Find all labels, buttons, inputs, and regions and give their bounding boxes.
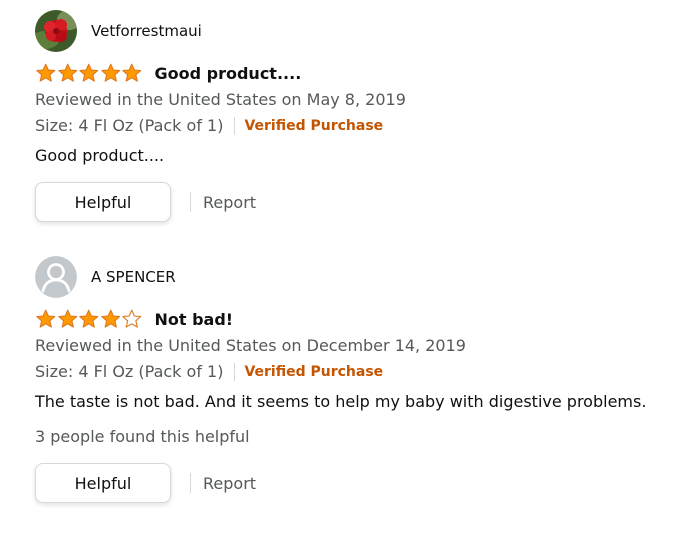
profile-name[interactable]: A SPENCER [91,268,176,286]
helpful-button[interactable]: Helpful [35,182,171,222]
profile-name[interactable]: Vetforrestmaui [91,22,202,40]
star-filled-icon [79,63,99,82]
star-filled-icon [79,309,99,328]
divider [234,117,236,135]
star-filled-icon [36,63,56,82]
verified-purchase-badge: Verified Purchase [244,364,384,380]
review-title[interactable]: Not bad! [155,310,234,329]
divider [190,473,191,493]
report-link[interactable]: Report [203,193,256,212]
red-flower-photo-icon [35,10,77,52]
star-filled-icon [57,63,77,82]
star-rating[interactable] [35,63,143,83]
star-rating[interactable] [35,309,143,329]
star-empty-icon [122,309,142,328]
default-user-icon [35,256,77,298]
review: A SPENCER Not bad! Reviewed in the Unite… [35,256,695,503]
product-format[interactable]: Size: 4 Fl Oz (Pack of 1) [35,116,223,136]
star-filled-icon [100,309,120,328]
avatar[interactable] [35,10,77,52]
star-filled-icon [100,63,120,82]
review-date: Reviewed in the United States on Decembe… [35,336,466,355]
report-link[interactable]: Report [203,474,256,493]
divider [190,192,191,212]
reviewer-profile[interactable]: A SPENCER [35,256,695,298]
helpful-button[interactable]: Helpful [35,463,171,503]
review-body: The taste is not bad. And it seems to he… [35,392,647,411]
review: Vetforrestmaui Good product.... Reviewed… [35,10,695,222]
review-body: Good product.... [35,146,165,165]
avatar[interactable] [35,256,77,298]
review-title[interactable]: Good product.... [155,64,302,83]
helpful-count: 3 people found this helpful [35,427,250,446]
star-filled-icon [122,63,142,82]
verified-purchase-badge: Verified Purchase [244,118,384,134]
divider [234,363,236,381]
reviewer-profile[interactable]: Vetforrestmaui [35,10,695,52]
star-filled-icon [57,309,77,328]
review-date: Reviewed in the United States on May 8, … [35,90,406,109]
star-filled-icon [36,309,56,328]
product-format[interactable]: Size: 4 Fl Oz (Pack of 1) [35,362,223,382]
